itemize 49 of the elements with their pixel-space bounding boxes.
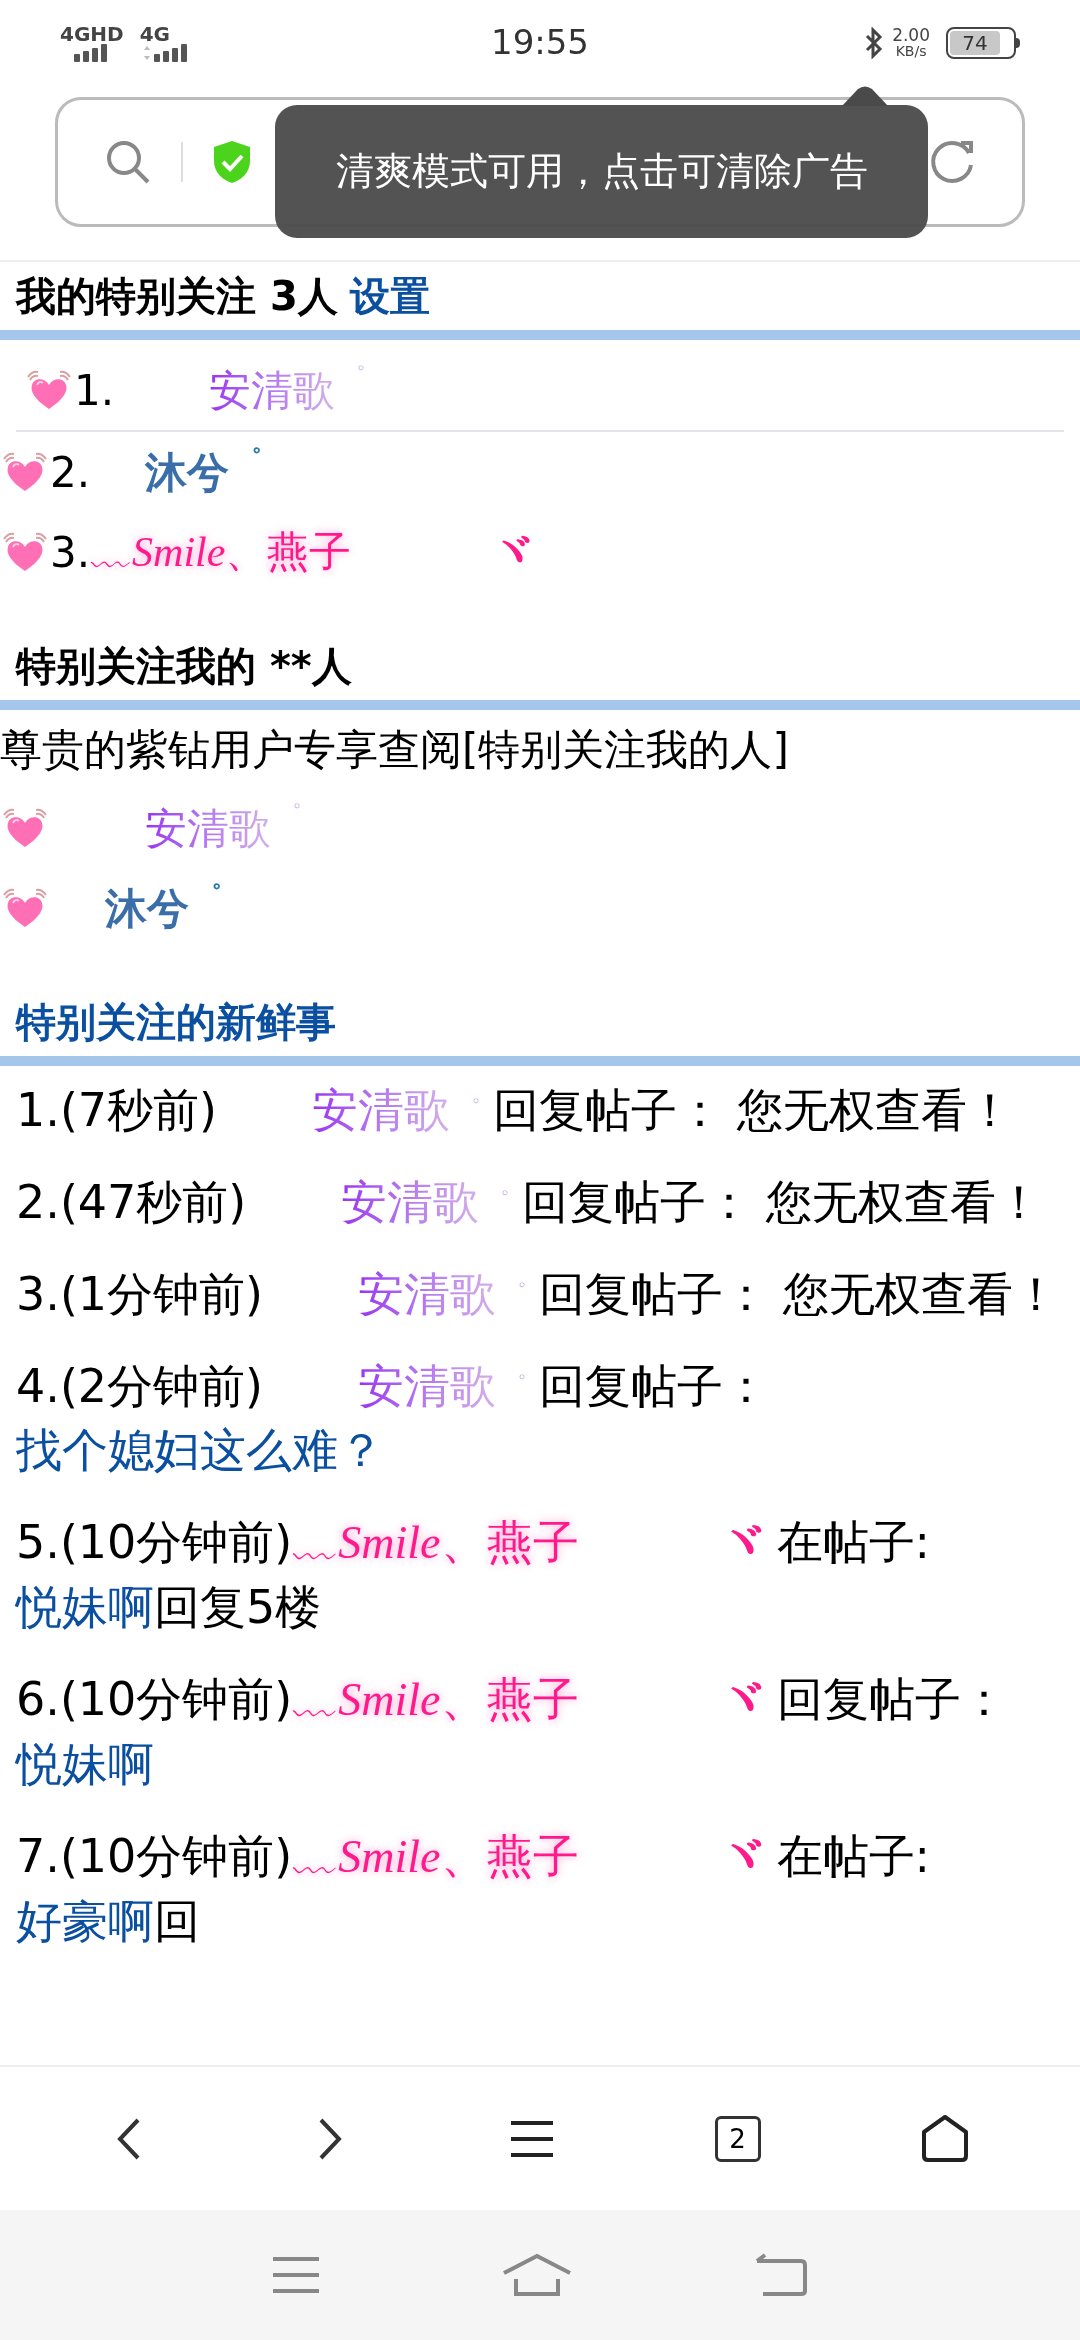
section-heading: 特别关注的新鲜事 <box>16 998 336 1047</box>
section-heading: 特别关注我的 **人 <box>16 642 352 691</box>
user-name-link[interactable]: ﹏Smile、燕子 <box>292 1517 579 1568</box>
section-heading: 我的特别关注 3人 <box>16 272 338 321</box>
vip-notice: 尊贵的紫钻用户专享查阅[特别关注我的人] <box>0 723 790 776</box>
degree-mark: ゜ <box>341 362 367 391</box>
user-name-suffix: ヾ <box>718 1829 765 1883</box>
menu-icon[interactable] <box>509 2118 555 2159</box>
shield-check-icon <box>211 139 253 185</box>
network-speed-value: 2.00 <box>892 27 930 44</box>
feed-entry: 5.(10分钟前)﹏Smile、燕子 ヾ 在帖子: 悦妹啊回复5楼 <box>16 1514 932 1636</box>
bluetooth-icon <box>864 26 885 59</box>
degree-mark: ゜ <box>485 1188 511 1216</box>
degree-mark: ゜ <box>195 880 222 911</box>
post-link[interactable]: 好豪啊 <box>16 1894 154 1948</box>
clock: 19:55 <box>491 21 589 64</box>
battery-indicator: 74 <box>946 26 1016 59</box>
degree-mark: ゜ <box>235 444 263 475</box>
settings-link[interactable]: 设置 <box>349 266 430 326</box>
toast-pointer-icon <box>842 86 888 106</box>
feed-entry: 6.(10分钟前)﹏Smile、燕子 ヾ 回复帖子： 悦妹啊 <box>16 1671 1008 1793</box>
network-speed-unit: KB/s <box>895 44 927 58</box>
post-link[interactable]: 悦妹啊 <box>16 1737 154 1791</box>
user-name-suffix: ヾ <box>491 527 534 576</box>
feed-entry: 1.(7秒前) 安清歌゜ 回复帖子： 您无权查看！ <box>16 1082 1015 1139</box>
list-number: 3. <box>50 526 91 579</box>
degree-mark: ゜ <box>502 1372 528 1400</box>
list-number: 2. <box>50 446 91 499</box>
home-icon[interactable] <box>920 2113 971 2164</box>
feed-entry: 2.(47秒前) 安清歌゜ 回复帖子： 您无权查看！ <box>16 1174 1044 1231</box>
feed-entry: 4.(2分钟前) 安清歌゜ 回复帖子： 找个媳妇这么难？ <box>16 1358 771 1479</box>
network-type-label: 4G <box>139 23 170 44</box>
user-name-link[interactable]: ﹏Smile、燕子 <box>292 1831 579 1882</box>
network-type-label: 4GHD <box>60 23 124 44</box>
post-link[interactable]: 找个媳妇这么难？ <box>16 1423 384 1477</box>
degree-mark: ゜ <box>502 1280 528 1308</box>
user-name-link[interactable]: ﹏Smile、燕子 <box>90 529 352 575</box>
user-name-suffix: ヾ <box>718 1515 765 1569</box>
user-name-suffix: ヾ <box>718 1672 765 1726</box>
feed-entry: 3.(1分钟前) 安清歌゜ 回复帖子： 您无权查看！ <box>16 1266 1061 1323</box>
list-number: 1. <box>74 364 115 417</box>
degree-mark: ゜ <box>277 800 302 829</box>
feed-entry: 7.(10分钟前)﹏Smile、燕子 ヾ 在帖子: 好豪啊回 <box>16 1828 932 1950</box>
user-name-link[interactable]: 沐兮 <box>105 883 189 933</box>
user-name-link[interactable]: 沐兮 <box>145 447 230 497</box>
user-name-link[interactable]: ﹏Smile、燕子 <box>292 1674 579 1725</box>
post-link[interactable]: 悦妹啊 <box>16 1580 154 1634</box>
tabs-button[interactable]: 2 <box>714 2115 761 2162</box>
degree-mark: ゜ <box>456 1096 482 1124</box>
